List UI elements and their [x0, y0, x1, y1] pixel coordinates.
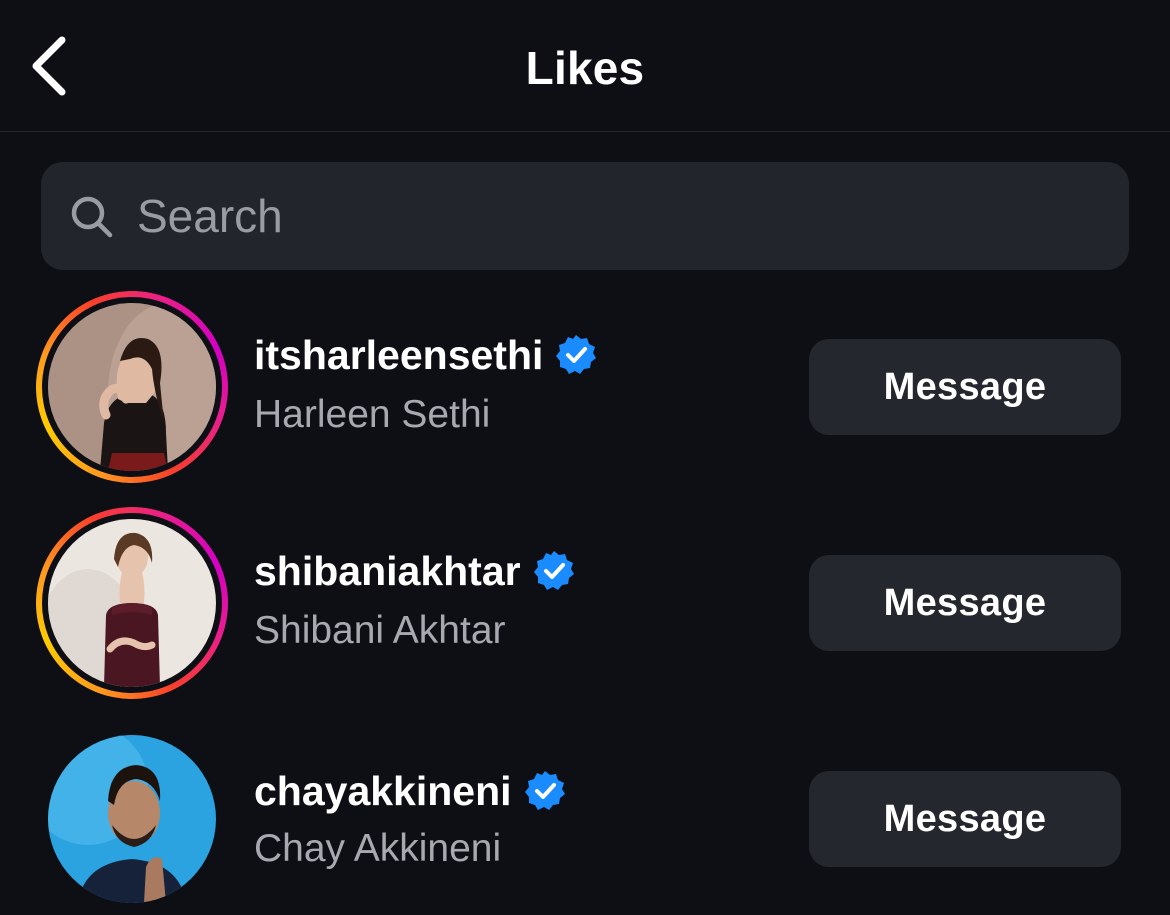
avatar[interactable]	[36, 291, 228, 483]
message-button[interactable]: Message	[809, 339, 1121, 435]
full-name: Shibani Akhtar	[254, 609, 506, 652]
page-title: Likes	[525, 42, 645, 94]
avatar[interactable]	[36, 723, 228, 915]
full-name: Harleen Sethi	[254, 393, 491, 436]
username-line: shibaniakhtar	[254, 543, 575, 599]
avatar[interactable]	[36, 507, 228, 699]
likes-screen: Likes Search itsharleensethi Harleen Set…	[0, 0, 1170, 915]
profile-photo	[48, 303, 216, 471]
full-name: Chay Akkineni	[254, 827, 502, 870]
message-button[interactable]: Message	[809, 555, 1121, 651]
username-line: chayakkineni	[254, 763, 566, 819]
username[interactable]: shibaniakhtar	[254, 543, 521, 599]
search-input[interactable]	[137, 180, 1097, 252]
verified-badge-icon	[556, 335, 597, 374]
list-item[interactable]: chayakkineni Chay Akkineni Message	[0, 723, 1170, 915]
profile-photo	[48, 735, 216, 903]
search-bar[interactable]	[41, 162, 1129, 270]
verified-badge-icon	[524, 771, 565, 810]
username[interactable]: chayakkineni	[254, 763, 512, 819]
username-line: itsharleensethi	[254, 327, 597, 383]
header: Likes	[0, 0, 1170, 132]
profile-photo	[48, 519, 216, 687]
list-item[interactable]: shibaniakhtar Shibani Akhtar Message	[0, 507, 1170, 707]
verified-badge-icon	[533, 551, 574, 590]
message-button[interactable]: Message	[809, 771, 1121, 867]
username[interactable]: itsharleensethi	[254, 327, 543, 383]
list-item[interactable]: itsharleensethi Harleen Sethi Message	[0, 291, 1170, 491]
search-icon	[71, 196, 113, 238]
